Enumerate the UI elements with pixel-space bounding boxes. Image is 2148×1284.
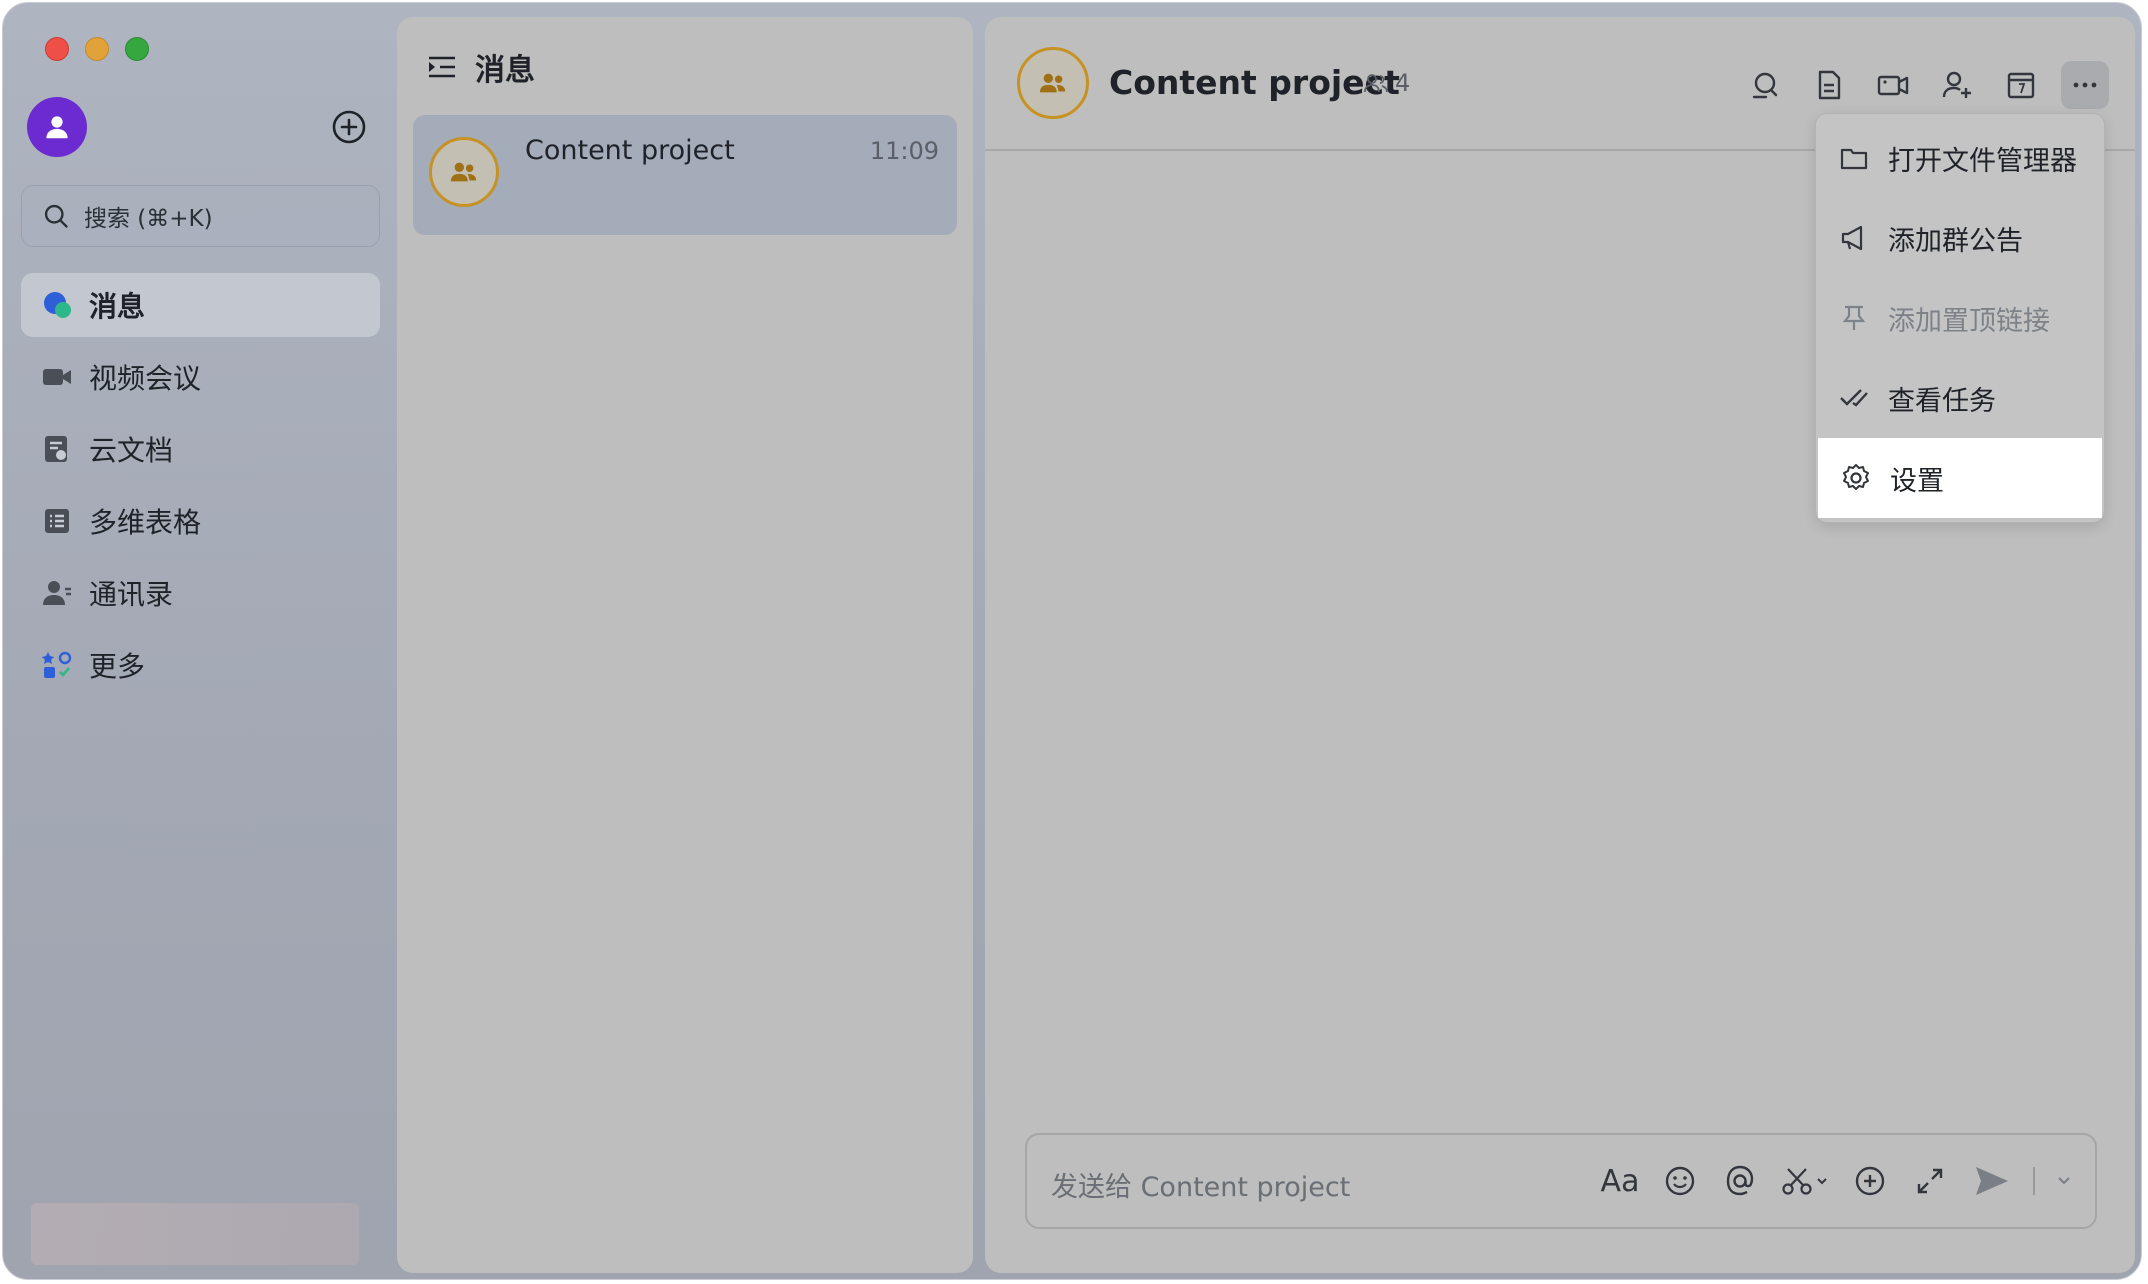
menu-item-label: 打开文件管理器 (1888, 145, 2077, 177)
screenshot-button[interactable] (1779, 1159, 1831, 1203)
message-input-placeholder: 发送给 Content project (1051, 1172, 1351, 1203)
sidebar-item-label: 云文档 (89, 434, 174, 467)
more-options-menu: 打开文件管理器 添加群公告 添加置顶链接 查看任务 设置 (1815, 113, 2105, 523)
sidebar-item-label: 消息 (89, 290, 146, 323)
menu-item-settings[interactable]: 设置 (1818, 438, 2102, 518)
input-toolbar: Aa (1599, 1159, 2075, 1203)
menu-item-label: 添加群公告 (1888, 225, 2023, 257)
send-icon (1976, 1167, 2008, 1195)
menu-item-view-tasks[interactable]: 查看任务 (1816, 358, 2104, 438)
cloud-doc-icon (41, 433, 73, 465)
emoji-button[interactable] (1659, 1159, 1701, 1203)
megaphone-icon (1838, 222, 1870, 254)
search-placeholder: 搜索 (⌘+K) (84, 206, 213, 232)
sidebar-item-video-meetings[interactable]: 视频会议 (21, 345, 380, 409)
sidebar-item-more[interactable]: 更多 (21, 633, 380, 697)
member-count[interactable]: 4 (1363, 69, 1410, 97)
sidebar-item-label: 通讯录 (89, 578, 174, 611)
menu-item-label: 查看任务 (1888, 385, 1996, 417)
search-chat-button[interactable] (1741, 61, 1789, 109)
sidebar-item-messages[interactable]: 消息 (21, 273, 380, 337)
search-icon (44, 204, 68, 228)
more-horizontal-icon (2073, 82, 2097, 88)
user-icon (46, 116, 68, 139)
app-window: 搜索 (⌘+K) 消息 视频会议 云文档 多维表格 通讯录 更多 消息 Cont… (2, 2, 2142, 1280)
chat-list-panel: 消息 Content project 11:09 (397, 17, 973, 1273)
folder-icon (1838, 142, 1870, 174)
menu-item-label: 添加置顶链接 (1888, 305, 2050, 337)
plus-circle-icon (1855, 1166, 1885, 1196)
video-call-button[interactable] (1869, 61, 1917, 109)
sidebar-item-bitable[interactable]: 多维表格 (21, 489, 380, 553)
send-button[interactable] (1969, 1159, 2015, 1203)
list-header: 消息 (427, 45, 535, 89)
add-user-icon (1942, 71, 1971, 98)
add-member-button[interactable] (1933, 61, 1981, 109)
members-icon (1364, 74, 1388, 93)
menu-item-open-file-manager[interactable]: 打开文件管理器 (1816, 118, 2104, 198)
menu-item-add-pinned-link: 添加置顶链接 (1816, 278, 2104, 358)
minimize-window-button[interactable] (85, 37, 109, 61)
list-title: 消息 (475, 53, 535, 88)
chat-title: Content project (1109, 63, 1400, 102)
sidebar-item-label: 视频会议 (89, 362, 202, 395)
at-icon (1726, 1165, 1754, 1196)
collapse-list-icon[interactable] (427, 52, 457, 82)
chat-toolbar (1741, 61, 2109, 109)
close-window-button[interactable] (45, 37, 69, 61)
menu-item-label: 设置 (1890, 465, 1944, 497)
member-count-value: 4 (1395, 69, 1411, 97)
expand-icon (1917, 1168, 1943, 1194)
group-icon (1039, 73, 1066, 93)
text-format-button[interactable]: Aa (1599, 1159, 1641, 1203)
user-avatar[interactable] (27, 97, 87, 157)
sidebar-item-label: 多维表格 (89, 506, 202, 539)
sidebar-item-label: 更多 (89, 650, 146, 683)
chat-name: Content project (525, 135, 735, 166)
video-camera-icon (41, 361, 73, 393)
scissors-icon (1782, 1168, 1827, 1195)
pin-icon (1838, 302, 1870, 334)
emoji-icon (1665, 1166, 1695, 1196)
chat-list-item[interactable]: Content project 11:09 (413, 115, 957, 235)
search-box[interactable]: 搜索 (⌘+K) (21, 185, 380, 247)
blurred-status-area (31, 1203, 359, 1265)
docs-button[interactable] (1805, 61, 1853, 109)
mention-button[interactable] (1719, 1159, 1761, 1203)
video-call-icon (1877, 75, 1909, 96)
text-format-icon: Aa (1600, 1163, 1640, 1199)
menu-item-add-announcement[interactable]: 添加群公告 (1816, 198, 2104, 278)
gear-icon (1840, 462, 1872, 494)
apps-icon (41, 649, 73, 681)
more-options-button[interactable] (2061, 61, 2109, 109)
chat-bubble-icon (41, 289, 73, 321)
calendar-icon (2007, 72, 2035, 99)
send-options-button[interactable] (2053, 1159, 2075, 1203)
document-icon (1818, 70, 1841, 100)
zoom-window-button[interactable] (125, 37, 149, 61)
sidebar-item-cloud-docs[interactable]: 云文档 (21, 417, 380, 481)
search-chat-icon (1752, 72, 1778, 99)
chevron-down-icon (2058, 1177, 2070, 1185)
plus-circle-icon (332, 110, 366, 144)
task-check-icon (1838, 382, 1870, 414)
chat-time: 11:09 (869, 137, 939, 165)
sidebar-item-contacts[interactable]: 通讯录 (21, 561, 380, 625)
group-icon (450, 162, 477, 182)
calendar-button[interactable] (1997, 61, 2045, 109)
message-input[interactable]: 发送给 Content project Aa (1025, 1133, 2097, 1229)
add-attachment-button[interactable] (1849, 1159, 1891, 1203)
table-icon (41, 505, 73, 537)
sidebar-nav: 消息 视频会议 云文档 多维表格 通讯录 更多 (21, 273, 380, 705)
send-divider (2033, 1167, 2035, 1195)
group-avatar (429, 137, 499, 207)
contacts-icon (41, 577, 73, 609)
chat-group-avatar[interactable] (1017, 47, 1089, 119)
expand-editor-button[interactable] (1909, 1159, 1951, 1203)
create-new-button[interactable] (331, 109, 367, 145)
